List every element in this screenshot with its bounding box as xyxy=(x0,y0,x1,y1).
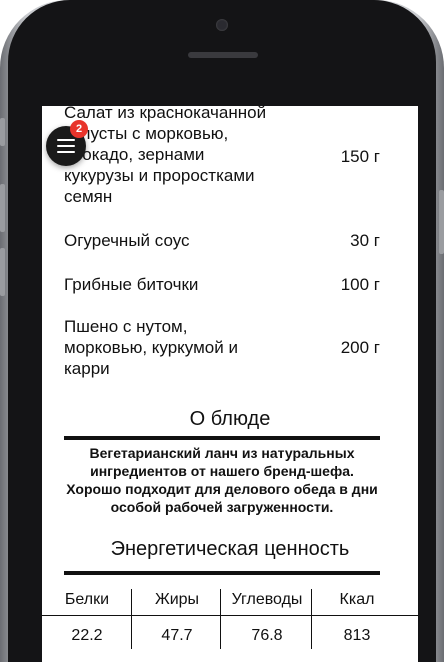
hamburger-icon-bar xyxy=(57,151,75,153)
nutrition-title: Энергетическая ценность xyxy=(110,538,350,560)
app-screen: Салат из краснокачанной капусты с морков… xyxy=(42,106,418,662)
phone-silent-switch xyxy=(0,118,5,146)
nutrition-value-kcal: 813 xyxy=(343,627,371,644)
about-divider xyxy=(64,436,380,440)
dish-item: Огуречный соус 30 г xyxy=(64,230,380,251)
nutrition-column-divider xyxy=(220,589,221,649)
dish-item: Пшено с нутом, морковью, куркумой и карр… xyxy=(64,316,380,379)
phone-volume-up xyxy=(0,184,5,232)
dish-item: Салат из краснокачанной капусты с морков… xyxy=(64,106,380,207)
dish-item: Грибные биточки 100 г xyxy=(64,274,380,295)
earpiece-speaker xyxy=(188,52,258,58)
hamburger-icon-bar xyxy=(57,139,75,141)
dish-name: Грибные биточки xyxy=(64,275,199,294)
nutrition-header-carbs: Углеводы xyxy=(231,591,303,608)
dish-weight: 200 г xyxy=(340,338,380,357)
about-title: О блюде xyxy=(189,408,271,430)
nutrition-table: Белки Жиры Углеводы Ккал 22.2 47.7 76.8 … xyxy=(42,575,418,662)
phone-volume-down xyxy=(0,248,5,296)
nutrition-value-protein: 22.2 xyxy=(71,627,103,644)
nutrition-column-divider xyxy=(311,589,312,649)
dish-name: Огуречный соус xyxy=(64,231,190,250)
about-description: Вегетарианский ланч из натуральных ингре… xyxy=(66,445,378,515)
notification-badge: 2 xyxy=(70,120,88,138)
dish-weight: 30 г xyxy=(350,231,380,250)
nutrition-header-kcal: Ккал xyxy=(339,591,375,608)
phone-power-button xyxy=(439,190,444,254)
nutrition-header-protein: Белки xyxy=(64,591,110,608)
front-camera xyxy=(216,19,228,31)
dish-name: Пшено с нутом, морковью, куркумой и карр… xyxy=(64,317,238,378)
dish-weight: 100 г xyxy=(340,275,380,294)
nutrition-header-fat: Жиры xyxy=(154,591,200,608)
dish-weight: 150 г xyxy=(340,147,380,166)
hamburger-icon-bar xyxy=(57,145,75,147)
nutrition-value-fat: 47.7 xyxy=(161,627,193,644)
nutrition-row-divider xyxy=(42,615,418,616)
dish-name: Салат из краснокачанной капусты с морков… xyxy=(64,106,267,206)
nutrition-value-carbs: 76.8 xyxy=(251,627,283,644)
nutrition-column-divider xyxy=(131,589,132,649)
